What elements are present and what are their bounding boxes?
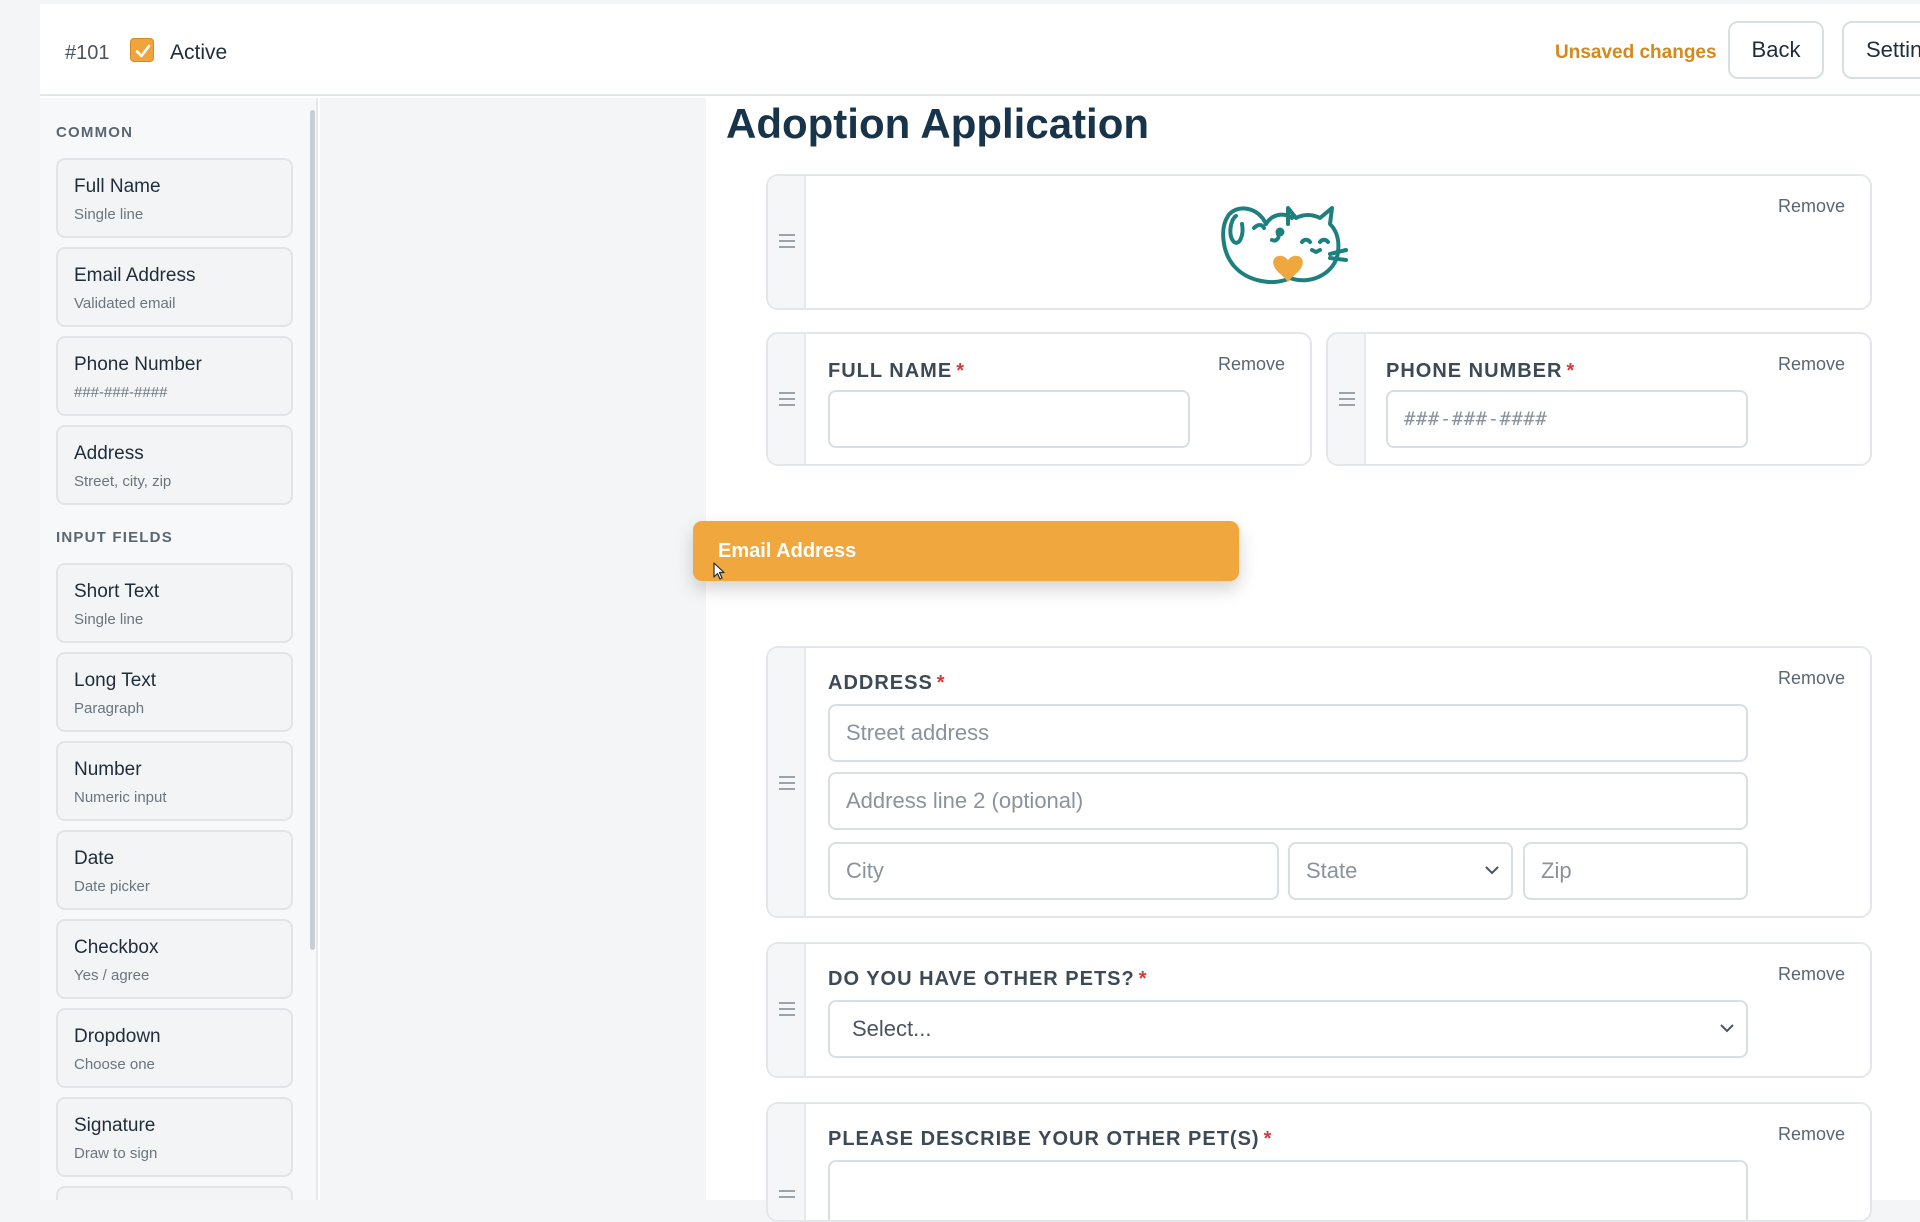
- palette-item-subtitle: Date picker: [74, 878, 150, 895]
- palette-item-long-text[interactable]: Long Text Paragraph: [56, 652, 293, 732]
- palette-item-short-text[interactable]: Short Text Single line: [56, 563, 293, 643]
- required-asterisk: *: [936, 672, 946, 694]
- full-name-label-text: FULL NAME: [828, 360, 953, 382]
- dragged-email-address-field[interactable]: Email Address: [693, 521, 1239, 581]
- mouse-cursor-icon: [713, 562, 725, 580]
- palette-item-subtitle: Single line: [74, 206, 144, 223]
- address-label-text: ADDRESS: [828, 672, 933, 694]
- required-asterisk: *: [1263, 1128, 1273, 1150]
- palette-item-title: Signature: [74, 1115, 156, 1136]
- palette-item-address[interactable]: Address Street, city, zip: [56, 425, 293, 505]
- pet-logo-icon: [1221, 206, 1348, 284]
- street-address-input[interactable]: Street address: [828, 704, 1748, 762]
- address-line2-input[interactable]: Address line 2 (optional): [828, 772, 1748, 830]
- describe-pets-block[interactable]: PLEASE DESCRIBE YOUR OTHER PET(S) * Remov…: [766, 1102, 1872, 1222]
- palette-item-date[interactable]: Date Date picker: [56, 830, 293, 910]
- back-button[interactable]: Back: [1728, 21, 1824, 79]
- palette-item-title: Dropdown: [74, 1026, 161, 1047]
- remove-logo-button[interactable]: Remove: [1778, 196, 1845, 217]
- palette-item-subtitle: Choose one: [74, 1056, 155, 1073]
- palette-item-subtitle: Paragraph: [74, 700, 145, 717]
- other-pets-select[interactable]: Select...: [828, 1000, 1748, 1058]
- remove-address-button[interactable]: Remove: [1778, 668, 1845, 689]
- field-palette-sidebar: COMMON Full Name Single line Email Addre…: [40, 98, 318, 1200]
- remove-describe-pets-button[interactable]: Remove: [1778, 1124, 1845, 1145]
- remove-full-name-button[interactable]: Remove: [1218, 354, 1285, 375]
- checkmark-icon: [135, 44, 151, 58]
- palette-item-title: Date: [74, 848, 115, 869]
- section-title-common: COMMON: [56, 124, 134, 141]
- remove-other-pets-button[interactable]: Remove: [1778, 964, 1845, 985]
- drag-handle-icon[interactable]: [768, 944, 806, 1076]
- describe-pets-label-text: PLEASE DESCRIBE YOUR OTHER PET(S): [828, 1128, 1260, 1150]
- palette-item-title: Checkbox: [74, 937, 159, 958]
- sidebar-scrollbar[interactable]: [310, 110, 315, 950]
- logo-block[interactable]: Remove: [766, 174, 1872, 310]
- phone-number-block[interactable]: PHONE NUMBER * Remove ###-###-####: [1326, 332, 1872, 466]
- address-block[interactable]: ADDRESS * Remove Street address Address l…: [766, 646, 1872, 918]
- palette-item-title: Address: [74, 443, 144, 464]
- chevron-down-icon: [1485, 866, 1499, 875]
- city-input[interactable]: City: [828, 842, 1279, 900]
- drag-handle-icon[interactable]: [768, 1104, 806, 1220]
- drag-handle-icon[interactable]: [768, 176, 806, 308]
- palette-item-partial[interactable]: [56, 1186, 293, 1200]
- address-label: ADDRESS *: [828, 672, 946, 695]
- palette-item-title: Number: [74, 759, 142, 780]
- phone-number-input[interactable]: ###-###-####: [1386, 390, 1748, 448]
- chevron-down-icon: [1720, 1024, 1734, 1033]
- other-pets-select-value: Select...: [852, 1016, 932, 1041]
- palette-item-title: Short Text: [74, 581, 160, 602]
- palette-item-subtitle: Yes / agree: [74, 967, 150, 984]
- remove-phone-button[interactable]: Remove: [1778, 354, 1845, 375]
- phone-label-text: PHONE NUMBER: [1386, 360, 1563, 382]
- palette-item-subtitle: Numeric input: [74, 789, 167, 806]
- state-select[interactable]: State: [1288, 842, 1513, 900]
- unsaved-changes-indicator: Unsaved changes: [1555, 42, 1717, 63]
- palette-item-signature[interactable]: Signature Draw to sign: [56, 1097, 293, 1177]
- settings-button[interactable]: Settin: [1842, 21, 1920, 79]
- palette-item-title: Phone Number: [74, 354, 202, 375]
- palette-item-number[interactable]: Number Numeric input: [56, 741, 293, 821]
- palette-item-checkbox[interactable]: Checkbox Yes / agree: [56, 919, 293, 999]
- palette-item-subtitle: Validated email: [74, 295, 176, 312]
- form-title: Adoption Application: [726, 100, 1150, 147]
- palette-item-title: Full Name: [74, 176, 161, 197]
- form-id: #101: [65, 42, 110, 64]
- palette-item-title: Email Address: [74, 265, 196, 286]
- palette-item-subtitle: Street, city, zip: [74, 473, 172, 490]
- palette-item-email-address[interactable]: Email Address Validated email: [56, 247, 293, 327]
- other-pets-label-text: DO YOU HAVE OTHER PETS?: [828, 968, 1135, 990]
- drag-handle-icon[interactable]: [768, 648, 806, 916]
- canvas-gutter: [320, 98, 706, 1200]
- palette-item-title: Long Text: [74, 670, 157, 691]
- drag-handle-icon[interactable]: [1328, 334, 1366, 464]
- drag-handle-icon[interactable]: [768, 334, 806, 464]
- describe-pets-label: PLEASE DESCRIBE YOUR OTHER PET(S) *: [828, 1128, 1272, 1151]
- section-title-input-fields: INPUT FIELDS: [56, 529, 173, 546]
- top-bar: #101 Active Unsaved changes Back Settin: [40, 4, 1920, 96]
- zip-input[interactable]: Zip: [1523, 842, 1748, 900]
- palette-item-phone-number[interactable]: Phone Number ###-###-####: [56, 336, 293, 416]
- palette-item-full-name[interactable]: Full Name Single line: [56, 158, 293, 238]
- full-name-block[interactable]: FULL NAME * Remove: [766, 332, 1312, 466]
- active-label: Active: [170, 41, 228, 64]
- other-pets-block[interactable]: DO YOU HAVE OTHER PETS? * Remove Select..…: [766, 942, 1872, 1078]
- describe-pets-textarea[interactable]: [828, 1160, 1748, 1220]
- full-name-input[interactable]: [828, 390, 1190, 448]
- palette-item-subtitle: Draw to sign: [74, 1145, 158, 1162]
- required-asterisk: *: [1566, 360, 1576, 382]
- palette-item-dropdown[interactable]: Dropdown Choose one: [56, 1008, 293, 1088]
- phone-number-label: PHONE NUMBER *: [1386, 360, 1575, 383]
- state-select-value: State: [1306, 858, 1358, 883]
- full-name-label: FULL NAME *: [828, 360, 965, 383]
- required-asterisk: *: [1138, 968, 1148, 990]
- active-checkbox[interactable]: [130, 38, 154, 62]
- palette-item-subtitle: ###-###-####: [74, 384, 168, 401]
- required-asterisk: *: [956, 360, 965, 382]
- other-pets-label: DO YOU HAVE OTHER PETS? *: [828, 968, 1148, 991]
- palette-item-subtitle: Single line: [74, 611, 144, 628]
